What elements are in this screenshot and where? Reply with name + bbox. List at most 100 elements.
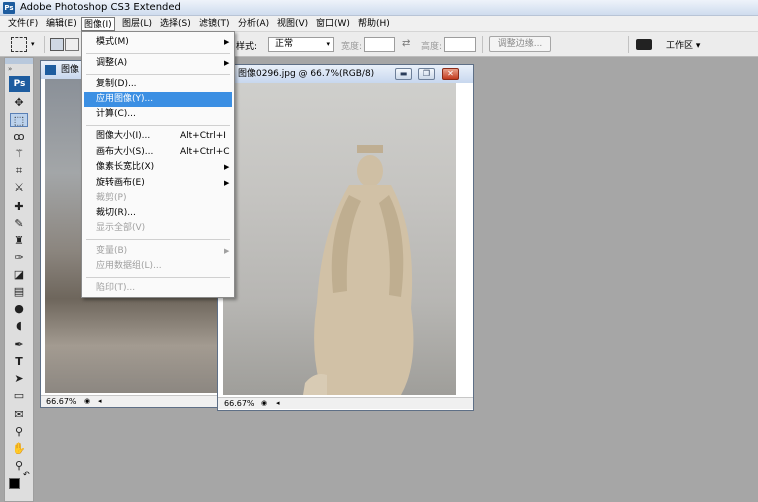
- divider: [482, 36, 483, 53]
- menu-edit[interactable]: 编辑(E): [44, 17, 79, 31]
- divider: [44, 36, 45, 53]
- foreground-color-swatch[interactable]: [9, 478, 20, 489]
- menu-item-label: 模式(M): [96, 37, 129, 47]
- scroll-left-icon[interactable]: ◂: [98, 396, 102, 407]
- chevron-down-icon: ▾: [326, 40, 330, 48]
- status-menu-icon[interactable]: ◉: [261, 398, 267, 409]
- zoom-level[interactable]: 66.67%: [224, 398, 255, 409]
- document-image-canvas: [223, 83, 456, 395]
- menu-item-label: 复制(D)...: [96, 79, 137, 89]
- crop-tool-icon[interactable]: ⌗: [10, 164, 28, 178]
- marquee-tool-icon[interactable]: ⬚: [10, 113, 28, 127]
- chevron-down-icon[interactable]: ▾: [31, 40, 35, 48]
- menu-item-shortcut: Alt+Ctrl+I: [180, 131, 226, 141]
- menu-item-label: 应用数据组(L)...: [96, 261, 162, 271]
- document-title: 图像: [61, 65, 80, 75]
- menu-image[interactable]: 图像(I): [81, 17, 115, 31]
- workspace-button[interactable]: 工作区 ▾: [666, 38, 700, 51]
- document-window-front[interactable]: 图像0296.jpg @ 66.7%(RGB/8) ▬ ❐ ✕ 66.67% ◉…: [217, 64, 474, 411]
- blur-tool-icon[interactable]: ●: [10, 302, 28, 316]
- menu-item-image-size[interactable]: 图像大小(I)... Alt+Ctrl+I: [84, 129, 232, 144]
- menu-item-canvas-size[interactable]: 画布大小(S)... Alt+Ctrl+C: [84, 145, 232, 160]
- menu-item-label: 应用图像(Y)...: [96, 94, 154, 104]
- type-tool-icon[interactable]: T: [10, 355, 28, 369]
- submenu-arrow-icon: ▶: [224, 247, 230, 255]
- menu-separator: [86, 125, 230, 126]
- clone-stamp-tool-icon[interactable]: ♜: [10, 234, 28, 248]
- menu-item-label: 像素长宽比(X): [96, 162, 155, 172]
- menu-filter[interactable]: 滤镜(T): [197, 17, 232, 31]
- dodge-tool-icon[interactable]: ◖: [10, 319, 28, 333]
- menu-help[interactable]: 帮助(H): [356, 17, 392, 31]
- new-selection-icon[interactable]: [50, 38, 64, 51]
- menu-view[interactable]: 视图(V): [275, 17, 310, 31]
- bridge-icon[interactable]: [636, 39, 652, 50]
- menu-item-label: 调整(A): [96, 58, 128, 68]
- scroll-left-icon[interactable]: ◂: [276, 398, 280, 409]
- close-icon[interactable]: ✕: [442, 68, 459, 80]
- menu-separator: [86, 74, 230, 75]
- marquee-preset-icon[interactable]: [11, 37, 27, 52]
- menu-file[interactable]: 文件(F): [6, 17, 40, 31]
- menu-item-apply-image[interactable]: 应用图像(Y)...: [84, 92, 232, 107]
- lasso-tool-icon[interactable]: ꝏ: [10, 130, 28, 144]
- brush-tool-icon[interactable]: ✎: [10, 217, 28, 231]
- width-label: 宽度:: [341, 42, 363, 52]
- history-brush-tool-icon[interactable]: ✑: [10, 251, 28, 265]
- menu-item-label: 计算(C)...: [96, 109, 136, 119]
- shape-tool-icon[interactable]: ▭: [10, 389, 28, 403]
- chevron-down-icon: ▾: [695, 41, 701, 51]
- submenu-arrow-icon: ▶: [224, 38, 230, 46]
- gradient-tool-icon[interactable]: ▤: [10, 285, 28, 299]
- menu-item-duplicate[interactable]: 复制(D)...: [84, 77, 232, 92]
- menu-window[interactable]: 窗口(W): [314, 17, 352, 31]
- toolbox-grip[interactable]: [5, 58, 33, 64]
- menu-select[interactable]: 选择(S): [158, 17, 193, 31]
- statue-image: [303, 145, 414, 395]
- image-menu-dropdown: 模式(M) ▶ 调整(A) ▶ 复制(D)... 应用图像(Y)... 计算(C…: [81, 31, 235, 298]
- menu-item-label: 变量(B): [96, 246, 128, 256]
- document-title-bar[interactable]: 图像0296.jpg @ 66.7%(RGB/8) ▬ ❐ ✕: [218, 65, 473, 83]
- width-field[interactable]: [364, 37, 395, 52]
- menu-item-calculations[interactable]: 计算(C)...: [84, 107, 232, 122]
- eraser-tool-icon[interactable]: ◪: [10, 268, 28, 282]
- menu-item-trim[interactable]: 裁切(R)...: [84, 206, 232, 221]
- magic-wand-tool-icon[interactable]: ⚚: [10, 147, 28, 161]
- menu-item-mode[interactable]: 模式(M) ▶: [84, 35, 232, 50]
- refine-edge-button[interactable]: 调整边缘...: [489, 36, 551, 52]
- pen-tool-icon[interactable]: ✒: [10, 338, 28, 352]
- healing-brush-tool-icon[interactable]: ✚: [10, 200, 28, 214]
- menu-item-label: 显示全部(V): [96, 223, 146, 233]
- swap-icon[interactable]: ⇄: [402, 38, 410, 49]
- path-selection-tool-icon[interactable]: ➤: [10, 372, 28, 386]
- notes-tool-icon[interactable]: ✉: [10, 408, 28, 422]
- zoom-level[interactable]: 66.67%: [46, 396, 77, 407]
- menu-item-rotate-canvas[interactable]: 旋转画布(E) ▶: [84, 176, 232, 191]
- eyedropper-tool-icon[interactable]: ⚲: [10, 425, 28, 439]
- document-title: 图像0296.jpg @ 66.7%(RGB/8): [238, 69, 375, 79]
- menu-item-label: 图像大小(I)...: [96, 131, 151, 141]
- menu-separator: [86, 277, 230, 278]
- height-label: 高度:: [421, 42, 443, 52]
- menu-item-crop: 裁剪(P): [84, 191, 232, 206]
- menu-item-label: 裁切(R)...: [96, 208, 136, 218]
- move-tool-icon[interactable]: ✥: [10, 96, 28, 110]
- menu-analysis[interactable]: 分析(A): [236, 17, 271, 31]
- menu-item-shortcut: Alt+Ctrl+C: [180, 147, 230, 157]
- menu-item-pixel-aspect-ratio[interactable]: 像素长宽比(X) ▶: [84, 160, 232, 175]
- menu-layer[interactable]: 图层(L): [120, 17, 154, 31]
- height-field[interactable]: [444, 37, 476, 52]
- menu-separator: [86, 53, 230, 54]
- menu-item-adjustments[interactable]: 调整(A) ▶: [84, 56, 232, 71]
- status-menu-icon[interactable]: ◉: [84, 396, 90, 407]
- slice-tool-icon[interactable]: ⚔: [10, 181, 28, 195]
- hand-tool-icon[interactable]: ✋: [10, 442, 28, 456]
- swap-colors-icon[interactable]: ↶: [23, 470, 30, 479]
- collapse-toolbox-icon[interactable]: »: [8, 65, 12, 73]
- submenu-arrow-icon: ▶: [224, 163, 230, 171]
- add-selection-icon[interactable]: [65, 38, 79, 51]
- maximize-icon[interactable]: ❐: [418, 68, 435, 80]
- minimize-icon[interactable]: ▬: [395, 68, 412, 80]
- style-select[interactable]: 正常 ▾: [268, 37, 334, 52]
- title-bar: Ps Adobe Photoshop CS3 Extended: [0, 0, 758, 16]
